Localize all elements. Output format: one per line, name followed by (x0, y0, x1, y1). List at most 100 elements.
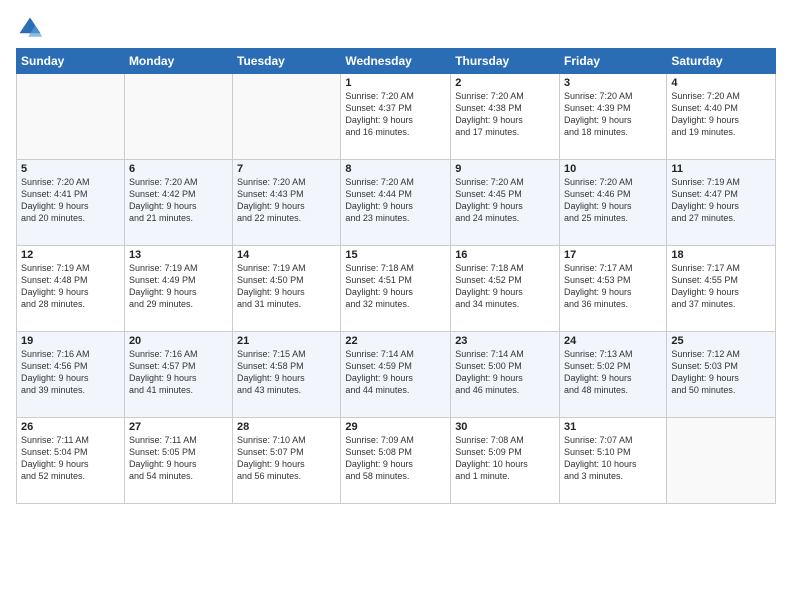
day-info: Sunrise: 7:20 AM Sunset: 4:44 PM Dayligh… (345, 176, 446, 225)
weekday-header-friday: Friday (560, 49, 667, 74)
day-info: Sunrise: 7:20 AM Sunset: 4:42 PM Dayligh… (129, 176, 228, 225)
day-number: 30 (455, 421, 555, 433)
day-info: Sunrise: 7:11 AM Sunset: 5:05 PM Dayligh… (129, 434, 228, 483)
day-number: 7 (237, 163, 336, 175)
day-cell: 5Sunrise: 7:20 AM Sunset: 4:41 PM Daylig… (17, 160, 125, 246)
day-cell: 31Sunrise: 7:07 AM Sunset: 5:10 PM Dayli… (560, 418, 667, 504)
day-info: Sunrise: 7:19 AM Sunset: 4:50 PM Dayligh… (237, 262, 336, 311)
day-info: Sunrise: 7:19 AM Sunset: 4:49 PM Dayligh… (129, 262, 228, 311)
day-info: Sunrise: 7:20 AM Sunset: 4:38 PM Dayligh… (455, 90, 555, 139)
weekday-header-wednesday: Wednesday (341, 49, 451, 74)
day-info: Sunrise: 7:19 AM Sunset: 4:48 PM Dayligh… (21, 262, 120, 311)
week-row-3: 12Sunrise: 7:19 AM Sunset: 4:48 PM Dayli… (17, 246, 776, 332)
day-cell: 30Sunrise: 7:08 AM Sunset: 5:09 PM Dayli… (451, 418, 560, 504)
day-info: Sunrise: 7:14 AM Sunset: 5:00 PM Dayligh… (455, 348, 555, 397)
day-info: Sunrise: 7:07 AM Sunset: 5:10 PM Dayligh… (564, 434, 662, 483)
day-number: 24 (564, 335, 662, 347)
day-cell: 4Sunrise: 7:20 AM Sunset: 4:40 PM Daylig… (667, 74, 776, 160)
day-cell: 18Sunrise: 7:17 AM Sunset: 4:55 PM Dayli… (667, 246, 776, 332)
day-cell: 3Sunrise: 7:20 AM Sunset: 4:39 PM Daylig… (560, 74, 667, 160)
day-info: Sunrise: 7:15 AM Sunset: 4:58 PM Dayligh… (237, 348, 336, 397)
day-cell: 8Sunrise: 7:20 AM Sunset: 4:44 PM Daylig… (341, 160, 451, 246)
day-number: 26 (21, 421, 120, 433)
day-cell (17, 74, 125, 160)
day-info: Sunrise: 7:08 AM Sunset: 5:09 PM Dayligh… (455, 434, 555, 483)
day-number: 31 (564, 421, 662, 433)
day-info: Sunrise: 7:12 AM Sunset: 5:03 PM Dayligh… (671, 348, 771, 397)
day-cell: 16Sunrise: 7:18 AM Sunset: 4:52 PM Dayli… (451, 246, 560, 332)
week-row-4: 19Sunrise: 7:16 AM Sunset: 4:56 PM Dayli… (17, 332, 776, 418)
day-cell: 19Sunrise: 7:16 AM Sunset: 4:56 PM Dayli… (17, 332, 125, 418)
day-info: Sunrise: 7:19 AM Sunset: 4:47 PM Dayligh… (671, 176, 771, 225)
day-number: 10 (564, 163, 662, 175)
day-cell: 25Sunrise: 7:12 AM Sunset: 5:03 PM Dayli… (667, 332, 776, 418)
day-info: Sunrise: 7:16 AM Sunset: 4:56 PM Dayligh… (21, 348, 120, 397)
week-row-5: 26Sunrise: 7:11 AM Sunset: 5:04 PM Dayli… (17, 418, 776, 504)
day-number: 8 (345, 163, 446, 175)
day-cell: 26Sunrise: 7:11 AM Sunset: 5:04 PM Dayli… (17, 418, 125, 504)
day-info: Sunrise: 7:16 AM Sunset: 4:57 PM Dayligh… (129, 348, 228, 397)
day-number: 1 (345, 77, 446, 89)
day-info: Sunrise: 7:11 AM Sunset: 5:04 PM Dayligh… (21, 434, 120, 483)
day-cell: 22Sunrise: 7:14 AM Sunset: 4:59 PM Dayli… (341, 332, 451, 418)
day-info: Sunrise: 7:18 AM Sunset: 4:52 PM Dayligh… (455, 262, 555, 311)
day-cell: 24Sunrise: 7:13 AM Sunset: 5:02 PM Dayli… (560, 332, 667, 418)
day-number: 14 (237, 249, 336, 261)
day-number: 15 (345, 249, 446, 261)
day-number: 13 (129, 249, 228, 261)
day-cell: 7Sunrise: 7:20 AM Sunset: 4:43 PM Daylig… (233, 160, 341, 246)
day-info: Sunrise: 7:18 AM Sunset: 4:51 PM Dayligh… (345, 262, 446, 311)
day-cell: 12Sunrise: 7:19 AM Sunset: 4:48 PM Dayli… (17, 246, 125, 332)
day-info: Sunrise: 7:17 AM Sunset: 4:55 PM Dayligh… (671, 262, 771, 311)
day-cell: 14Sunrise: 7:19 AM Sunset: 4:50 PM Dayli… (233, 246, 341, 332)
day-number: 5 (21, 163, 120, 175)
day-info: Sunrise: 7:17 AM Sunset: 4:53 PM Dayligh… (564, 262, 662, 311)
day-number: 16 (455, 249, 555, 261)
weekday-header-thursday: Thursday (451, 49, 560, 74)
day-info: Sunrise: 7:20 AM Sunset: 4:40 PM Dayligh… (671, 90, 771, 139)
day-cell: 9Sunrise: 7:20 AM Sunset: 4:45 PM Daylig… (451, 160, 560, 246)
weekday-header-sunday: Sunday (17, 49, 125, 74)
day-number: 21 (237, 335, 336, 347)
day-cell: 1Sunrise: 7:20 AM Sunset: 4:37 PM Daylig… (341, 74, 451, 160)
day-info: Sunrise: 7:14 AM Sunset: 4:59 PM Dayligh… (345, 348, 446, 397)
day-cell: 2Sunrise: 7:20 AM Sunset: 4:38 PM Daylig… (451, 74, 560, 160)
day-cell: 11Sunrise: 7:19 AM Sunset: 4:47 PM Dayli… (667, 160, 776, 246)
week-row-2: 5Sunrise: 7:20 AM Sunset: 4:41 PM Daylig… (17, 160, 776, 246)
day-number: 9 (455, 163, 555, 175)
day-number: 23 (455, 335, 555, 347)
day-info: Sunrise: 7:20 AM Sunset: 4:39 PM Dayligh… (564, 90, 662, 139)
weekday-header-monday: Monday (124, 49, 232, 74)
day-cell: 29Sunrise: 7:09 AM Sunset: 5:08 PM Dayli… (341, 418, 451, 504)
day-number: 22 (345, 335, 446, 347)
day-number: 19 (21, 335, 120, 347)
day-number: 17 (564, 249, 662, 261)
day-number: 11 (671, 163, 771, 175)
day-info: Sunrise: 7:20 AM Sunset: 4:46 PM Dayligh… (564, 176, 662, 225)
day-number: 27 (129, 421, 228, 433)
day-cell: 10Sunrise: 7:20 AM Sunset: 4:46 PM Dayli… (560, 160, 667, 246)
logo-icon (16, 14, 44, 42)
header (16, 10, 776, 42)
weekday-header-saturday: Saturday (667, 49, 776, 74)
day-cell (124, 74, 232, 160)
day-info: Sunrise: 7:20 AM Sunset: 4:45 PM Dayligh… (455, 176, 555, 225)
weekday-header-row: SundayMondayTuesdayWednesdayThursdayFrid… (17, 49, 776, 74)
day-cell: 27Sunrise: 7:11 AM Sunset: 5:05 PM Dayli… (124, 418, 232, 504)
day-cell: 15Sunrise: 7:18 AM Sunset: 4:51 PM Dayli… (341, 246, 451, 332)
day-cell: 20Sunrise: 7:16 AM Sunset: 4:57 PM Dayli… (124, 332, 232, 418)
week-row-1: 1Sunrise: 7:20 AM Sunset: 4:37 PM Daylig… (17, 74, 776, 160)
day-info: Sunrise: 7:10 AM Sunset: 5:07 PM Dayligh… (237, 434, 336, 483)
calendar-table: SundayMondayTuesdayWednesdayThursdayFrid… (16, 48, 776, 504)
logo (16, 14, 48, 42)
day-info: Sunrise: 7:13 AM Sunset: 5:02 PM Dayligh… (564, 348, 662, 397)
page: SundayMondayTuesdayWednesdayThursdayFrid… (0, 0, 792, 612)
day-cell: 17Sunrise: 7:17 AM Sunset: 4:53 PM Dayli… (560, 246, 667, 332)
day-number: 12 (21, 249, 120, 261)
day-number: 29 (345, 421, 446, 433)
day-info: Sunrise: 7:09 AM Sunset: 5:08 PM Dayligh… (345, 434, 446, 483)
day-cell: 6Sunrise: 7:20 AM Sunset: 4:42 PM Daylig… (124, 160, 232, 246)
day-cell (233, 74, 341, 160)
day-number: 28 (237, 421, 336, 433)
day-cell: 23Sunrise: 7:14 AM Sunset: 5:00 PM Dayli… (451, 332, 560, 418)
